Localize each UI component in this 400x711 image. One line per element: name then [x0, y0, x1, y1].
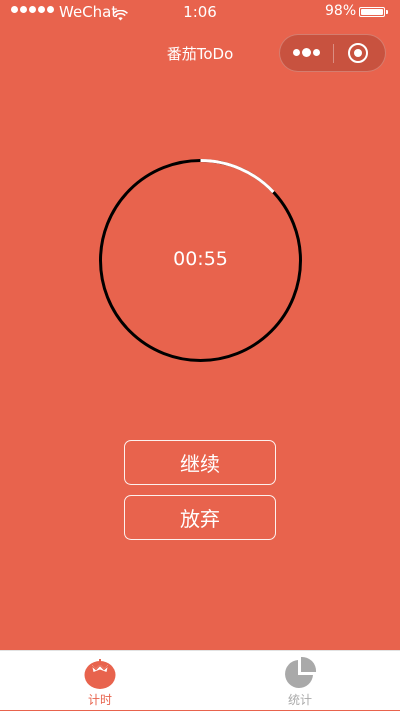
close-mini-program-icon[interactable]: [348, 43, 368, 63]
abandon-button[interactable]: 放弃: [124, 495, 276, 540]
battery-percentage: 98%: [325, 3, 357, 19]
tab-timer[interactable]: 计时: [0, 651, 200, 711]
resume-button[interactable]: 继续: [124, 440, 276, 485]
capsule-divider: [333, 44, 334, 63]
tab-bar: 计时 统计: [0, 650, 400, 710]
timer-display: 00:55: [173, 248, 228, 270]
more-options-icon[interactable]: [293, 48, 322, 57]
tab-stats[interactable]: 统计: [200, 651, 400, 711]
pie-chart-icon: [285, 656, 317, 688]
countdown-timer: 00:55: [98, 158, 303, 363]
tab-stats-label: 统计: [287, 693, 312, 707]
tab-timer-label: 计时: [87, 693, 112, 707]
mini-program-capsule: [279, 34, 386, 72]
status-bar: WeChat 1:06 98%: [0, 0, 400, 26]
battery-tip: [386, 10, 388, 14]
battery-icon: [359, 7, 385, 17]
tomato-icon: [84, 659, 116, 689]
